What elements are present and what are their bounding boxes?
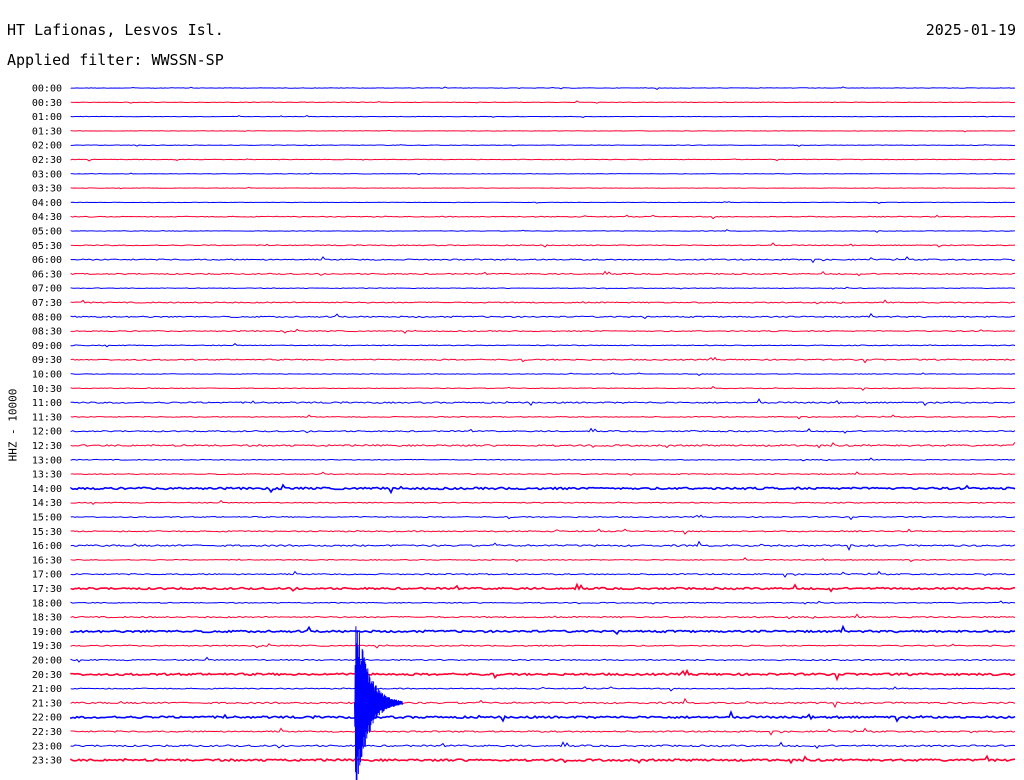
- time-tick-label: 14:00: [32, 484, 62, 495]
- time-tick-label: 20:00: [32, 656, 62, 667]
- trace-line: [70, 270, 1016, 277]
- trace-line: [70, 385, 1016, 391]
- time-tick-label: 15:30: [32, 527, 62, 538]
- trace-line: [70, 697, 1016, 709]
- trace-line: [70, 256, 1016, 264]
- trace-line: [70, 214, 1016, 220]
- trace-line: [70, 540, 1016, 551]
- trace-line: [70, 343, 1016, 348]
- time-tick-label: 14:30: [32, 498, 62, 509]
- time-tick-label: 02:30: [32, 155, 62, 166]
- time-tick-label: 19:00: [32, 627, 62, 638]
- trace-line: [70, 727, 1016, 736]
- time-tick-label: 05:30: [32, 241, 62, 252]
- trace-line: [70, 613, 1016, 620]
- time-tick-label: 06:30: [32, 269, 62, 280]
- trace-line: [70, 100, 1016, 104]
- trace-line: [70, 427, 1016, 434]
- time-tick-label: 01:30: [32, 126, 62, 137]
- trace-line: [70, 499, 1016, 505]
- time-tick-label: 04:00: [32, 198, 62, 209]
- time-tick-label: 09:00: [32, 341, 62, 352]
- trace-line: [70, 398, 1016, 407]
- time-tick-label: 00:30: [32, 98, 62, 109]
- trace-line: [70, 144, 1016, 147]
- time-tick-label: 21:00: [32, 684, 62, 695]
- time-tick-label: 10:00: [32, 370, 62, 381]
- trace-line: [70, 754, 1016, 765]
- trace-line: [70, 668, 1016, 682]
- trace-line: [70, 582, 1016, 593]
- trace-line: [70, 741, 1016, 750]
- time-tick-label: 08:00: [32, 312, 62, 323]
- trace-line: [70, 624, 1016, 636]
- time-tick-label: 16:00: [32, 541, 62, 552]
- time-tick-label: 00:00: [32, 84, 62, 95]
- time-tick-label: 19:30: [32, 641, 62, 652]
- trace-line: [70, 372, 1016, 376]
- earthquake-signal: [354, 626, 403, 780]
- time-tick-label: 01:00: [32, 112, 62, 123]
- time-tick-label: 17:30: [32, 584, 62, 595]
- trace-line: [70, 686, 1016, 692]
- trace-line: [70, 328, 1016, 334]
- time-tick-label: 17:00: [32, 570, 62, 581]
- trace-line: [70, 86, 1016, 90]
- time-tick-label: 20:30: [32, 670, 62, 681]
- trace-line: [70, 557, 1016, 563]
- time-tick-label: 07:00: [32, 284, 62, 295]
- time-tick-label: 03:00: [32, 169, 62, 180]
- trace-line: [70, 158, 1016, 162]
- trace-line: [70, 710, 1016, 723]
- trace-line: [70, 129, 1015, 133]
- trace-line: [70, 201, 1016, 204]
- trace-line: [70, 242, 1016, 248]
- time-tick-label: 23:30: [32, 756, 62, 767]
- time-tick-label: 16:30: [32, 555, 62, 566]
- time-tick-label: 13:30: [32, 470, 62, 481]
- time-tick-label: 03:30: [32, 184, 62, 195]
- time-tick-label: 21:30: [32, 698, 62, 709]
- trace-line: [70, 570, 1016, 578]
- trace-line: [70, 514, 1016, 521]
- trace-line: [70, 115, 1016, 118]
- time-tick-label: 12:00: [32, 427, 62, 438]
- time-tick-label: 04:30: [32, 212, 62, 223]
- time-tick-label: 08:30: [32, 327, 62, 338]
- trace-line: [70, 600, 1016, 605]
- time-tick-label: 02:00: [32, 141, 62, 152]
- time-tick-label: 22:00: [32, 713, 62, 724]
- trace-line: [70, 229, 1016, 233]
- time-tick-label: 10:30: [32, 384, 62, 395]
- time-tick-label: 15:00: [32, 513, 62, 524]
- time-tick-label: 11:30: [32, 412, 62, 423]
- helicorder-plot: 00:00 00:30 01:00 01:30 02:00 02:30 03:00 03:30…: [32, 84, 1016, 780]
- time-tick-label: 09:30: [32, 355, 62, 366]
- time-tick-label: 07:30: [32, 298, 62, 309]
- time-tick-label: 06:00: [32, 255, 62, 266]
- trace-line: [70, 483, 1016, 495]
- trace-line: [70, 528, 1016, 535]
- trace-line: [70, 356, 1016, 364]
- trace-line: [70, 643, 1016, 649]
- time-tick-label: 05:00: [32, 227, 62, 238]
- trace-line: [70, 471, 1016, 476]
- time-tick-label: 13:00: [32, 455, 62, 466]
- trace-line: [70, 172, 1016, 176]
- time-tick-label: 23:00: [32, 741, 62, 752]
- time-tick-label: 22:30: [32, 727, 62, 738]
- trace-line: [70, 457, 1016, 462]
- time-tick-label: 12:30: [32, 441, 62, 452]
- trace-line: [70, 414, 1016, 420]
- trace-line: [70, 442, 1016, 449]
- time-tick-label: 11:00: [32, 398, 62, 409]
- trace-line: [70, 299, 1016, 305]
- trace-line: [70, 186, 1016, 190]
- time-tick-label: 18:30: [32, 613, 62, 624]
- trace-line: [70, 286, 1016, 290]
- trace-line: [70, 656, 1016, 663]
- trace-line: [70, 312, 1016, 320]
- time-tick-label: 18:00: [32, 598, 62, 609]
